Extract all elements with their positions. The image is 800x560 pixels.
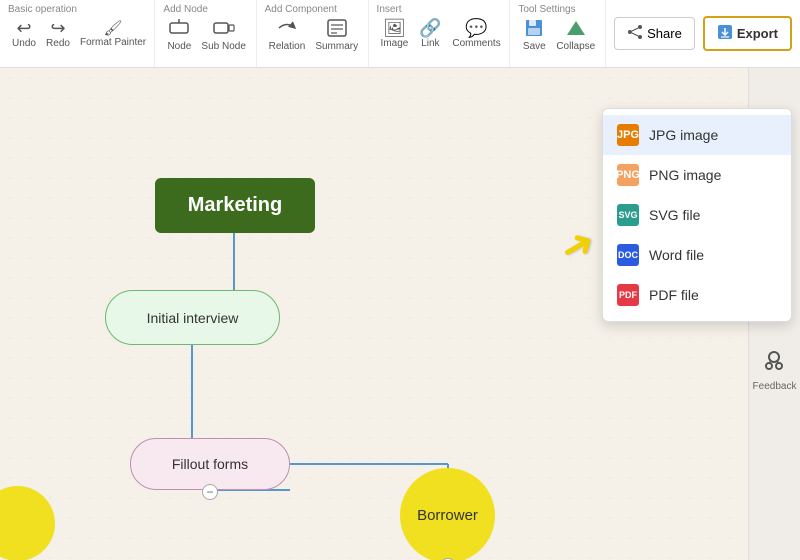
- image-label: Image: [381, 38, 409, 49]
- node-icon: [169, 19, 189, 40]
- add-node-buttons: Node Sub Node: [163, 17, 249, 54]
- relation-icon: [277, 19, 297, 40]
- tool-settings-label: Tool Settings: [518, 4, 575, 15]
- summary-icon: [327, 19, 347, 40]
- comments-button[interactable]: 💬 Comments: [448, 17, 504, 51]
- export-png-item[interactable]: PNG PNG image: [603, 155, 791, 195]
- tool-settings-group: Tool Settings Save Collapse: [510, 0, 606, 67]
- save-icon: [525, 19, 543, 40]
- svg-file-icon: SVG: [617, 204, 639, 226]
- panel-feedback-item[interactable]: Feedback: [753, 348, 797, 392]
- link-button[interactable]: 🔗 Link: [414, 17, 446, 51]
- export-label: Export: [737, 26, 778, 41]
- image-button[interactable]: 🖼 Image: [377, 17, 413, 51]
- relation-button[interactable]: Relation: [265, 17, 310, 54]
- marketing-node-label: Marketing: [188, 194, 282, 217]
- node-button[interactable]: Node: [163, 17, 195, 54]
- borrower-node[interactable]: Borrower: [400, 468, 495, 560]
- export-dropdown: JPG JPG image PNG PNG image SVG SVG file…: [602, 108, 792, 322]
- format-painter-button[interactable]: 🖌 Format Painter: [76, 19, 150, 50]
- basic-operation-buttons: ↩ Undo ↪ Redo 🖌 Format Painter: [8, 17, 150, 51]
- add-node-group: Add Node Node Sub Node: [155, 0, 256, 67]
- redo-button[interactable]: ↪ Redo: [42, 17, 74, 51]
- toolbar-right: Share Export: [606, 0, 800, 67]
- add-component-buttons: Relation Summary: [265, 17, 363, 54]
- word-icon: DOC: [617, 244, 639, 266]
- undo-icon: ↩: [16, 19, 31, 37]
- export-button[interactable]: Export: [703, 16, 792, 51]
- redo-label: Redo: [46, 38, 70, 49]
- node-label: Node: [167, 41, 191, 52]
- initial-interview-node[interactable]: Initial interview: [105, 290, 280, 345]
- panel-feedback-label: Feedback: [753, 381, 797, 392]
- yellow-arrow-annotation: ➜: [552, 218, 604, 275]
- format-painter-icon: 🖌: [104, 21, 123, 36]
- add-node-label: Add Node: [163, 4, 207, 15]
- initial-interview-label: Initial interview: [147, 310, 239, 326]
- pdf-icon: PDF: [617, 284, 639, 306]
- add-component-label: Add Component: [265, 4, 337, 15]
- comments-icon: 💬: [465, 19, 487, 37]
- collapse-label: Collapse: [556, 41, 595, 52]
- export-word-item[interactable]: DOC Word file: [603, 235, 791, 275]
- pdf-label: PDF file: [649, 287, 699, 303]
- relation-label: Relation: [269, 41, 306, 52]
- borrower-label: Borrower: [417, 507, 478, 524]
- sub-node-button[interactable]: Sub Node: [197, 17, 249, 54]
- tool-settings-buttons: Save Collapse: [518, 17, 599, 54]
- png-label: PNG image: [649, 167, 721, 183]
- jpg-icon: JPG: [617, 124, 639, 146]
- yellow-node-left[interactable]: [0, 486, 55, 560]
- link-label: Link: [421, 38, 439, 49]
- format-painter-label: Format Painter: [80, 37, 146, 48]
- redo-icon: ↪: [50, 19, 65, 37]
- basic-operation-label: Basic operation: [8, 4, 77, 15]
- summary-button[interactable]: Summary: [311, 17, 362, 54]
- marketing-node[interactable]: Marketing: [155, 178, 315, 233]
- insert-buttons: 🖼 Image 🔗 Link 💬 Comments: [377, 17, 505, 51]
- toolbar: Basic operation ↩ Undo ↪ Redo 🖌 Format P…: [0, 0, 800, 68]
- png-icon: PNG: [617, 164, 639, 186]
- save-button[interactable]: Save: [518, 17, 550, 54]
- basic-operation-group: Basic operation ↩ Undo ↪ Redo 🖌 Format P…: [0, 0, 155, 67]
- export-icon: [717, 24, 733, 43]
- fillout-forms-label: Fillout forms: [172, 456, 248, 472]
- insert-group: Insert 🖼 Image 🔗 Link 💬 Comments: [369, 0, 511, 67]
- sub-node-label: Sub Node: [201, 41, 245, 52]
- jpg-label: JPG image: [649, 127, 718, 143]
- insert-label: Insert: [377, 4, 402, 15]
- share-button[interactable]: Share: [614, 17, 695, 50]
- save-label: Save: [523, 41, 546, 52]
- undo-button[interactable]: ↩ Undo: [8, 17, 40, 51]
- summary-label: Summary: [315, 41, 358, 52]
- export-svg-item[interactable]: SVG SVG file: [603, 195, 791, 235]
- export-pdf-item[interactable]: PDF PDF file: [603, 275, 791, 315]
- undo-label: Undo: [12, 38, 36, 49]
- fillout-forms-node[interactable]: Fillout forms: [130, 438, 290, 490]
- word-label: Word file: [649, 247, 704, 263]
- export-jpg-item[interactable]: JPG JPG image: [603, 115, 791, 155]
- comments-label: Comments: [452, 38, 500, 49]
- collapse-button[interactable]: Collapse: [552, 17, 599, 54]
- fillout-minus-button[interactable]: −: [202, 484, 218, 500]
- svg-label: SVG file: [649, 207, 700, 223]
- feedback-icon: [762, 348, 786, 378]
- link-icon: 🔗: [419, 19, 441, 37]
- image-icon: 🖼: [383, 19, 406, 37]
- add-component-group: Add Component Relation Summary: [257, 0, 369, 67]
- sub-node-icon: [213, 19, 235, 40]
- canvas: Marketing Initial interview Fillout form…: [0, 68, 800, 560]
- share-label: Share: [647, 26, 682, 41]
- collapse-icon: [565, 19, 587, 40]
- share-icon: [627, 24, 643, 43]
